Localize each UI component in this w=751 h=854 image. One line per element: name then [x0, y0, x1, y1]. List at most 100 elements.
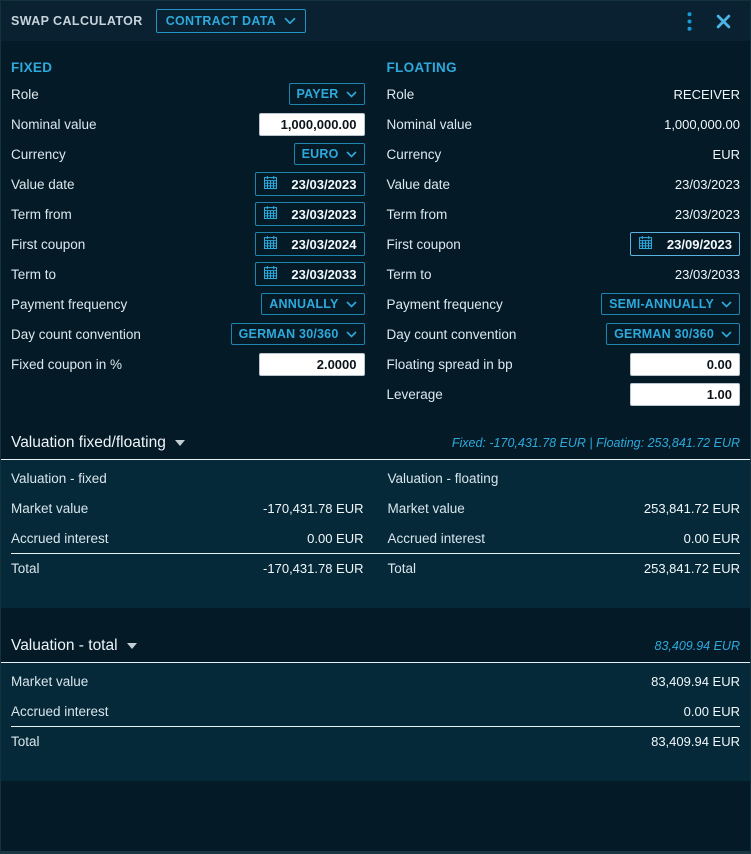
value-date-picker[interactable]: 23/03/2023	[255, 172, 365, 196]
total-market-value: 83,409.94 EUR	[651, 674, 740, 689]
chevron-down-icon	[721, 327, 732, 341]
contract-data-dropdown-label: CONTRACT DATA	[166, 14, 276, 28]
currency-dropdown-value: EURO	[302, 147, 339, 161]
valuation-ff-toggle[interactable]: Valuation fixed/floating	[11, 434, 185, 452]
field-label: Payment frequency	[387, 297, 503, 312]
field-label: Leverage	[387, 387, 443, 402]
term-to-value: 23/03/2033	[291, 267, 356, 282]
field-label: First coupon	[11, 237, 85, 252]
close-icon[interactable]	[710, 8, 736, 34]
field-row-fixed-role: Role PAYER	[11, 79, 365, 109]
calendar-icon	[263, 235, 278, 253]
payment-frequency-value: ANNUALLY	[269, 297, 338, 311]
market-value-label: Market value	[11, 501, 88, 516]
valuation-total-table: Market value 83,409.94 EUR Accrued inter…	[1, 662, 750, 781]
calendar-icon	[263, 265, 278, 283]
market-value-label: Market value	[388, 501, 465, 516]
table-row: Valuation - fixed Valuation - floating	[11, 463, 740, 493]
chevron-down-icon	[346, 87, 357, 101]
field-label: Term from	[387, 207, 448, 222]
valuation-total-summary: 83,409.94 EUR	[655, 639, 740, 653]
table-total-row: Total -170,431.78 EUR Total 253,841.72 E…	[11, 553, 740, 583]
floating-nominal-value: 1,000,000.00	[664, 117, 740, 132]
floating-term-from-value: 23/03/2023	[675, 207, 740, 222]
fixed-column-header: FIXED	[11, 55, 365, 79]
fixed-total-value: -170,431.78 EUR	[263, 561, 363, 576]
field-row-fixed-payment-frequency: Payment frequency ANNUALLY	[11, 289, 365, 319]
field-label: Role	[11, 87, 39, 102]
field-row-fixed-first-coupon: First coupon 23/03/2024	[11, 229, 365, 259]
caret-down-icon	[127, 643, 137, 649]
grand-total-value: 83,409.94 EUR	[651, 734, 740, 749]
field-label: Value date	[11, 177, 75, 192]
valuation-ff-header: Valuation fixed/floating Fixed: -170,431…	[1, 427, 750, 459]
field-row-floating-day-count: Day count convention GERMAN 30/360	[387, 319, 741, 349]
floating-column: FLOATING Role RECEIVER Nominal value 1,0…	[387, 55, 741, 409]
floating-value-date-value: 23/03/2023	[675, 177, 740, 192]
term-from-value: 23/03/2023	[291, 207, 356, 222]
field-row-floating-term-to: Term to 23/03/2033	[387, 259, 741, 289]
first-coupon-value: 23/03/2024	[291, 237, 356, 252]
chevron-down-icon	[721, 297, 732, 311]
field-row-floating-first-coupon: First coupon 23/09/2023	[387, 229, 741, 259]
leverage-input[interactable]	[630, 383, 740, 406]
value-date-value: 23/03/2023	[291, 177, 356, 192]
section-title: Valuation - total	[11, 637, 118, 655]
chevron-down-icon	[346, 297, 357, 311]
term-from-picker[interactable]: 23/03/2023	[255, 202, 365, 226]
field-row-fixed-value-date: Value date 23/03/2023	[11, 169, 365, 199]
fixed-accrued-value: 0.00 EUR	[307, 531, 363, 546]
field-label: Nominal value	[11, 117, 97, 132]
floating-day-count-dropdown[interactable]: GERMAN 30/360	[606, 323, 740, 345]
floating-column-header: FLOATING	[387, 55, 741, 79]
accrued-interest-label: Accrued interest	[11, 531, 109, 546]
floating-payment-frequency-dropdown[interactable]: SEMI-ANNUALLY	[601, 293, 740, 315]
caret-down-icon	[175, 440, 185, 446]
field-row-fixed-day-count: Day count convention GERMAN 30/360	[11, 319, 365, 349]
table-row: Accrued interest 0.00 EUR	[11, 696, 740, 726]
first-coupon-picker[interactable]: 23/03/2024	[255, 232, 365, 256]
floating-spread-input[interactable]	[630, 353, 740, 376]
field-row-floating-role: Role RECEIVER	[387, 79, 741, 109]
field-row-fixed-term-from: Term from 23/03/2023	[11, 199, 365, 229]
floating-first-coupon-picker[interactable]: 23/09/2023	[630, 232, 740, 256]
floating-day-count-value: GERMAN 30/360	[614, 327, 714, 341]
total-label: Total	[11, 561, 40, 576]
field-label: Day count convention	[11, 327, 141, 342]
field-row-floating-nominal: Nominal value 1,000,000.00	[387, 109, 741, 139]
fixed-coupon-input[interactable]	[259, 353, 365, 376]
field-row-fixed-coupon-pct: Fixed coupon in %	[11, 349, 365, 379]
day-count-value: GERMAN 30/360	[239, 327, 339, 341]
role-dropdown[interactable]: PAYER	[289, 83, 365, 105]
chevron-down-icon	[346, 147, 357, 161]
table-row: Market value 83,409.94 EUR	[11, 666, 740, 696]
field-label: Term from	[11, 207, 72, 222]
table-total-row: Total 83,409.94 EUR	[11, 726, 740, 756]
valuation-total-toggle[interactable]: Valuation - total	[11, 637, 137, 655]
contract-data-dropdown[interactable]: CONTRACT DATA	[156, 9, 306, 33]
field-row-floating-currency: Currency EUR	[387, 139, 741, 169]
field-label: Floating spread in bp	[387, 357, 513, 372]
field-row-fixed-nominal: Nominal value	[11, 109, 365, 139]
floating-term-to-value: 23/03/2033	[675, 267, 740, 282]
chevron-down-icon	[284, 14, 296, 28]
day-count-dropdown[interactable]: GERMAN 30/360	[231, 323, 365, 345]
nominal-value-input[interactable]	[259, 113, 365, 136]
titlebar: SWAP CALCULATOR CONTRACT DATA	[1, 1, 750, 41]
valuation-total-header: Valuation - total 83,409.94 EUR	[1, 630, 750, 662]
field-row-floating-payment-frequency: Payment frequency SEMI-ANNUALLY	[387, 289, 741, 319]
term-to-picker[interactable]: 23/03/2033	[255, 262, 365, 286]
currency-dropdown[interactable]: EURO	[294, 143, 365, 165]
kebab-menu-icon[interactable]	[676, 8, 702, 34]
section-title: Valuation fixed/floating	[11, 434, 166, 452]
field-row-floating-spread: Floating spread in bp	[387, 349, 741, 379]
market-value-label: Market value	[11, 674, 88, 689]
field-label: Fixed coupon in %	[11, 357, 122, 372]
field-row-fixed-currency: Currency EURO	[11, 139, 365, 169]
table-row: Market value -170,431.78 EUR Market valu…	[11, 493, 740, 523]
accrued-interest-label: Accrued interest	[11, 704, 109, 719]
floating-payment-frequency-value: SEMI-ANNUALLY	[609, 297, 714, 311]
page-title: SWAP CALCULATOR	[11, 14, 143, 28]
payment-frequency-dropdown[interactable]: ANNUALLY	[261, 293, 364, 315]
field-row-fixed-term-to: Term to 23/03/2033	[11, 259, 365, 289]
